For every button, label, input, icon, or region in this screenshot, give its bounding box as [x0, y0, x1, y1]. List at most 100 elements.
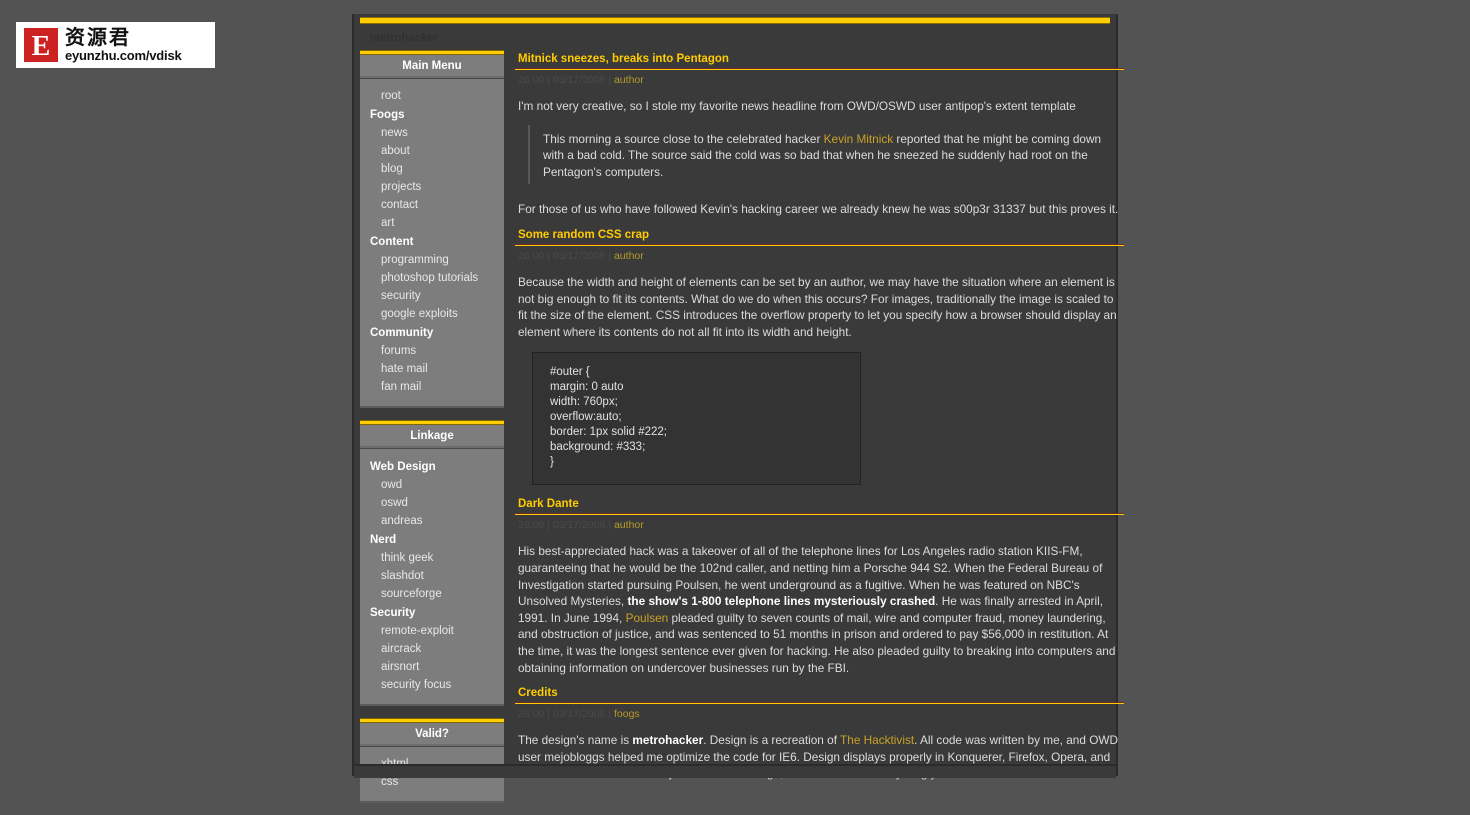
post-title[interactable]: Credits [515, 684, 1124, 704]
post-author-link[interactable]: author [614, 250, 644, 262]
sidebar-item-fan-mail[interactable]: fan mail [360, 378, 504, 396]
post-outro-text: For those of us who have followed Kevin'… [518, 202, 1119, 217]
sidebar-item-sourceforge[interactable]: sourceforge [360, 585, 504, 603]
sidebar-box-main-menu: Main Menu root Foogs news about blog pro… [360, 50, 504, 408]
sidebar-link-hate-mail[interactable]: hate mail [360, 360, 504, 378]
sidebar-item-hate-mail[interactable]: hate mail [360, 360, 504, 378]
sidebar-item-google-exploits[interactable]: google exploits [360, 305, 504, 323]
sidebar-link-google-exploits[interactable]: google exploits [360, 305, 504, 323]
meta-sep-1: | [544, 74, 553, 86]
post-date: 03/17/2006 [552, 708, 606, 721]
watermark-url-label: eyunzhu.com/vdisk [65, 48, 182, 63]
header-accent-rule [360, 17, 1110, 24]
body-bold-1: metrohacker [632, 733, 704, 748]
meta-sep-2: | [605, 249, 614, 262]
sidebar-group-web-design: Web Design [370, 461, 436, 473]
sidebar-link-forums[interactable]: forums [360, 342, 504, 360]
post-time: 26:00 [518, 249, 545, 262]
sidebar-item-news[interactable]: news [360, 124, 504, 142]
sidebar-item-photoshop-tutorials[interactable]: photoshop tutorials [360, 269, 504, 287]
post-author-link[interactable]: foogs [614, 708, 640, 720]
sidebar: Main Menu root Foogs news about blog pro… [360, 50, 504, 815]
sidebar-link-owd[interactable]: owd [360, 476, 504, 494]
sidebar-link-root[interactable]: root [360, 87, 504, 105]
sidebar-box-linkage: Linkage Web Design owd oswd andreas Nerd… [360, 420, 504, 706]
post-author-link[interactable]: author [614, 74, 644, 86]
sidebar-item-contact[interactable]: contact [360, 196, 504, 214]
sidebar-item-security[interactable]: security [360, 287, 504, 305]
sidebar-item-forums[interactable]: forums [360, 342, 504, 360]
sidebar-link-security[interactable]: security [360, 287, 504, 305]
sidebar-item-owd[interactable]: owd [360, 476, 504, 494]
meta-sep-1: | [544, 249, 553, 262]
sidebar-item-art[interactable]: art [360, 214, 504, 232]
sidebar-item-slashdot[interactable]: slashdot [360, 567, 504, 585]
body-link-the-hacktivist[interactable]: The Hacktivist [840, 733, 914, 747]
sidebar-link-aircrack[interactable]: aircrack [360, 640, 504, 658]
post-time: 26:00 [518, 74, 545, 86]
meta-sep-2: | [605, 708, 614, 721]
sidebar-link-contact[interactable]: contact [360, 196, 504, 214]
sidebar-link-slashdot[interactable]: slashdot [360, 567, 504, 585]
sidebar-list-linkage: Web Design owd oswd andreas Nerd think g… [360, 457, 504, 694]
sidebar-item-remote-exploit[interactable]: remote-exploit [360, 622, 504, 640]
sidebar-link-projects[interactable]: projects [360, 178, 504, 196]
watermark-logo-icon: E [24, 28, 58, 62]
sidebar-link-news[interactable]: news [360, 124, 504, 142]
post-title[interactable]: Dark Dante [515, 495, 1124, 515]
body-part-2: . Design is a recreation of [703, 733, 841, 748]
body-part-1: The design's name is [518, 733, 633, 748]
sidebar-heading-linkage: Linkage [360, 425, 504, 449]
sidebar-item-aircrack[interactable]: aircrack [360, 640, 504, 658]
sidebar-link-andreas[interactable]: andreas [360, 512, 504, 530]
sidebar-item-about[interactable]: about [360, 142, 504, 160]
post-code-block: #outer { margin: 0 auto width: 760px; ov… [532, 352, 861, 486]
sidebar-item-blog[interactable]: blog [360, 160, 504, 178]
post-css-crap: Some random CSS crap 26:00 | 03/17/2006 … [515, 226, 1124, 486]
watermark-chinese-label: 资源君 [65, 25, 131, 49]
meta-sep-2: | [605, 519, 614, 532]
meta-sep-1: | [544, 708, 553, 721]
post-time: 26:00 [518, 708, 545, 721]
sidebar-link-photoshop-tutorials[interactable]: photoshop tutorials [360, 269, 504, 287]
sidebar-link-oswd[interactable]: oswd [360, 494, 504, 512]
sidebar-item-root[interactable]: root [360, 87, 504, 105]
sidebar-link-think-geek[interactable]: think geek [360, 549, 504, 567]
sidebar-item-andreas[interactable]: andreas [360, 512, 504, 530]
sidebar-link-blog[interactable]: blog [360, 160, 504, 178]
sidebar-group-foogs: Foogs [370, 109, 405, 121]
sidebar-item-programming[interactable]: programming [360, 251, 504, 269]
post-meta: 26:00 | 03/17/2006 | author [515, 514, 1124, 534]
sidebar-box-valid: Valid? xhtml css [360, 718, 504, 803]
sidebar-group-nerd: Nerd [370, 534, 397, 546]
site-header: metrohacker [360, 16, 1110, 50]
post-mitnick: Mitnick sneezes, breaks into Pentagon 26… [515, 50, 1124, 222]
quote-link-kevin-mitnick[interactable]: Kevin Mitnick [824, 132, 894, 146]
sidebar-link-programming[interactable]: programming [360, 251, 504, 269]
post-meta: 26:00 | 03/17/2006 | author [515, 244, 1124, 265]
sidebar-item-think-geek[interactable]: think geek [360, 549, 504, 567]
body-link-poulsen[interactable]: Poulsen [626, 611, 669, 625]
sidebar-item-airsnort[interactable]: airsnort [360, 658, 504, 676]
sidebar-link-fan-mail[interactable]: fan mail [360, 378, 504, 396]
post-title[interactable]: Mitnick sneezes, breaks into Pentagon [515, 50, 1124, 69]
sidebar-link-remote-exploit[interactable]: remote-exploit [360, 622, 504, 640]
sidebar-heading-valid: Valid? [360, 723, 504, 747]
page-footer [354, 764, 1116, 778]
post-intro-text: I'm not very creative, so I stole my fav… [518, 99, 1076, 113]
post-author-link[interactable]: author [614, 519, 644, 531]
sidebar-item-security-focus[interactable]: security focus [360, 676, 504, 694]
post-meta: 26:00 | 03/17/2006 | author [515, 69, 1124, 89]
sidebar-item-projects[interactable]: projects [360, 178, 504, 196]
sidebar-item-oswd[interactable]: oswd [360, 494, 504, 512]
sidebar-link-airsnort[interactable]: airsnort [360, 658, 504, 676]
sidebar-link-sourceforge[interactable]: sourceforge [360, 585, 504, 603]
quote-text-before: This morning a source close to the celeb… [543, 131, 824, 146]
sidebar-link-security-focus[interactable]: security focus [360, 676, 504, 694]
sidebar-link-art[interactable]: art [360, 214, 504, 232]
post-body-text: Because the width and height of elements… [518, 274, 1117, 339]
site-page: metrohacker Main Menu root Foogs news ab… [352, 14, 1124, 803]
sidebar-link-about[interactable]: about [360, 142, 504, 160]
post-title[interactable]: Some random CSS crap [515, 226, 1124, 245]
watermark-text: 资源君 eyunzhu.com/vdisk [65, 25, 182, 64]
